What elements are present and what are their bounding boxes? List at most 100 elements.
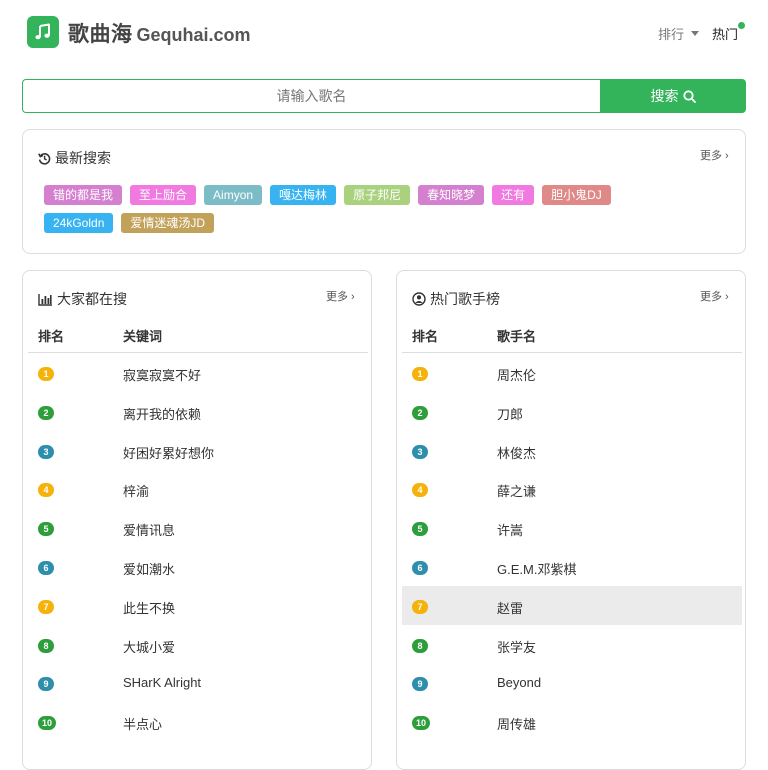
singer-name[interactable]: 赵雷 bbox=[497, 598, 523, 617]
popular-list: 1 寂寞寂寞不好 2 离开我的依赖 3 好困好累好想你 4 梓渝 5 爱情讯息 6 爱如潮水 7 此生不换… bbox=[28, 353, 368, 741]
popular-keyword-name[interactable]: 爱如潮水 bbox=[123, 559, 175, 578]
recent-tag[interactable]: 错的都是我 bbox=[44, 185, 123, 205]
search-button[interactable]: 搜索 bbox=[600, 79, 746, 113]
singer-name[interactable]: Beyond bbox=[497, 675, 541, 690]
popular-keyword-name[interactable]: SHarK Alright bbox=[123, 675, 201, 690]
rank-badge: 9 bbox=[412, 677, 428, 692]
singer-col-name: 歌手名 bbox=[497, 329, 537, 344]
site-domain: Gequhai.com bbox=[136, 25, 251, 45]
rank-badge: 7 bbox=[412, 599, 428, 614]
singer-ranking-card: 热门歌手榜 更多 › 排名 歌手名 1 周杰伦 2 刀郎 3 林俊杰 4 薛之谦 5 许嵩 6 G.E… bbox=[396, 270, 746, 770]
recent-tag[interactable]: 至上励合 bbox=[130, 185, 197, 205]
popular-search-title: 大家都在搜 bbox=[57, 291, 127, 307]
site-title[interactable]: 歌曲海 Gequhai.com bbox=[68, 18, 251, 48]
history-icon bbox=[38, 152, 51, 165]
rank-badge: 7 bbox=[38, 599, 54, 614]
popular-keyword-row[interactable]: 7 此生不换 bbox=[28, 586, 368, 625]
popular-search-card: 大家都在搜 更多 › 排名 关键词 1 寂寞寂寞不好 2 离开我的依赖 3 好困好累好想你… bbox=[22, 270, 372, 770]
popular-keyword-name[interactable]: 好困好累好想你 bbox=[123, 443, 214, 462]
rank-badge: 9 bbox=[38, 677, 54, 692]
popular-col-rank: 排名 bbox=[38, 329, 65, 344]
recent-more-link[interactable]: 更多 › bbox=[700, 147, 729, 163]
popular-more-link[interactable]: 更多 › bbox=[326, 288, 355, 304]
singer-col-rank: 排名 bbox=[412, 329, 439, 344]
search-input[interactable] bbox=[22, 79, 600, 113]
popular-keyword-name[interactable]: 爱情讯息 bbox=[123, 520, 175, 539]
popular-col-keyword: 关键词 bbox=[123, 329, 163, 344]
rank-badge: 8 bbox=[38, 638, 54, 653]
singer-name[interactable]: 刀郎 bbox=[497, 404, 523, 423]
popular-keyword-name[interactable]: 大城小爱 bbox=[123, 637, 175, 656]
singer-name[interactable]: 薛之谦 bbox=[497, 481, 536, 500]
popular-keyword-row[interactable]: 6 爱如潮水 bbox=[28, 547, 368, 586]
rank-badge: 3 bbox=[412, 444, 428, 459]
rank-badge: 1 bbox=[38, 367, 54, 381]
rank-badge: 2 bbox=[412, 405, 428, 420]
rank-badge: 2 bbox=[38, 405, 54, 420]
rank-badge: 5 bbox=[412, 522, 428, 537]
singer-name[interactable]: 周传雄 bbox=[497, 714, 536, 733]
recent-search-header: 最新搜索 bbox=[38, 148, 111, 168]
singer-ranking-title: 热门歌手榜 bbox=[430, 291, 500, 307]
singer-name[interactable]: 林俊杰 bbox=[497, 443, 536, 462]
rank-badge: 8 bbox=[412, 638, 428, 653]
rank-badge: 6 bbox=[38, 560, 54, 575]
singer-name[interactable]: 张学友 bbox=[497, 637, 536, 656]
bar-chart-icon bbox=[38, 293, 52, 306]
popular-keyword-row[interactable]: 9 SHarK Alright bbox=[28, 663, 368, 702]
popular-keyword-row[interactable]: 5 爱情讯息 bbox=[28, 508, 368, 547]
popular-keyword-name[interactable]: 半点心 bbox=[123, 714, 162, 733]
singer-name[interactable]: 许嵩 bbox=[497, 520, 523, 539]
singer-row[interactable]: 9 Beyond bbox=[402, 663, 742, 702]
popular-keyword-row[interactable]: 2 离开我的依赖 bbox=[28, 392, 368, 431]
popular-keyword-row[interactable]: 1 寂寞寂寞不好 bbox=[28, 353, 368, 392]
rank-badge: 4 bbox=[412, 483, 428, 498]
singer-row[interactable]: 10 周传雄 bbox=[402, 702, 742, 741]
singer-row[interactable]: 2 刀郎 bbox=[402, 392, 742, 431]
recent-tag[interactable]: 胆小鬼DJ bbox=[542, 185, 611, 205]
singer-row[interactable]: 6 G.E.M.邓紫棋 bbox=[402, 547, 742, 586]
recent-search-title: 最新搜索 bbox=[55, 150, 111, 166]
hot-link[interactable]: 热门 bbox=[712, 24, 738, 43]
recent-tag[interactable]: 春知晓梦 bbox=[418, 185, 485, 205]
site-name-text: 歌曲海 bbox=[68, 23, 133, 46]
singer-row[interactable]: 7 赵雷 bbox=[402, 585, 742, 625]
rank-dropdown[interactable]: 排行 bbox=[658, 24, 700, 43]
popular-keyword-row[interactable]: 4 梓渝 bbox=[28, 469, 368, 508]
popular-keyword-name[interactable]: 离开我的依赖 bbox=[123, 404, 201, 423]
site-header: 歌曲海 Gequhai.com 排行 热门 bbox=[0, 0, 768, 64]
popular-keyword-name[interactable]: 此生不换 bbox=[123, 598, 175, 617]
popular-keyword-name[interactable]: 寂寞寂寞不好 bbox=[123, 365, 201, 384]
popular-keyword-row[interactable]: 3 好困好累好想你 bbox=[28, 431, 368, 470]
recent-tag-list: 错的都是我 至上励合 Aimyon 嘎达梅林 原子邦尼 春知晓梦 还有 胆小鬼DJ 24kGol… bbox=[44, 185, 684, 233]
popular-keyword-row[interactable]: 8 大城小爱 bbox=[28, 625, 368, 664]
popular-keyword-name[interactable]: 梓渝 bbox=[123, 481, 149, 500]
singer-list: 1 周杰伦 2 刀郎 3 林俊杰 4 薛之谦 5 许嵩 6 G.E.M.邓紫棋 7 赵雷 8 张学友 9 Beyo… bbox=[402, 353, 742, 741]
recent-tag[interactable]: Aimyon bbox=[204, 185, 263, 205]
recent-search-card: 最新搜索 更多 › 错的都是我 至上励合 Aimyon 嘎达梅林 原子邦尼 春知晓梦 还有胆… bbox=[22, 129, 746, 254]
recent-tag[interactable]: 还有 bbox=[492, 185, 535, 205]
search-button-label: 搜索 bbox=[650, 88, 679, 104]
singer-row[interactable]: 5 许嵩 bbox=[402, 508, 742, 547]
rank-badge: 10 bbox=[412, 716, 431, 731]
singer-row[interactable]: 1 周杰伦 bbox=[402, 353, 742, 392]
recent-tag[interactable]: 原子邦尼 bbox=[344, 185, 411, 205]
popular-keyword-row[interactable]: 10 半点心 bbox=[28, 702, 368, 741]
recent-tag[interactable]: 爱情迷魂汤JD bbox=[121, 213, 215, 233]
notification-dot bbox=[738, 22, 745, 29]
singer-row[interactable]: 3 林俊杰 bbox=[402, 431, 742, 470]
user-circle-icon bbox=[412, 292, 426, 306]
singer-name[interactable]: 周杰伦 bbox=[497, 365, 536, 384]
singer-more-link[interactable]: 更多 › bbox=[700, 288, 729, 304]
singer-name[interactable]: G.E.M.邓紫棋 bbox=[497, 559, 576, 578]
singer-row[interactable]: 8 张学友 bbox=[402, 625, 742, 664]
rank-badge: 1 bbox=[412, 367, 428, 381]
music-note-icon[interactable] bbox=[27, 16, 59, 48]
search-icon bbox=[682, 89, 696, 103]
rank-badge: 4 bbox=[38, 483, 54, 498]
singer-row[interactable]: 4 薛之谦 bbox=[402, 469, 742, 508]
rank-badge: 6 bbox=[412, 560, 428, 575]
popular-search-header: 大家都在搜 bbox=[38, 289, 127, 309]
recent-tag[interactable]: 嘎达梅林 bbox=[270, 185, 337, 205]
recent-tag[interactable]: 24kGoldn bbox=[44, 213, 114, 233]
